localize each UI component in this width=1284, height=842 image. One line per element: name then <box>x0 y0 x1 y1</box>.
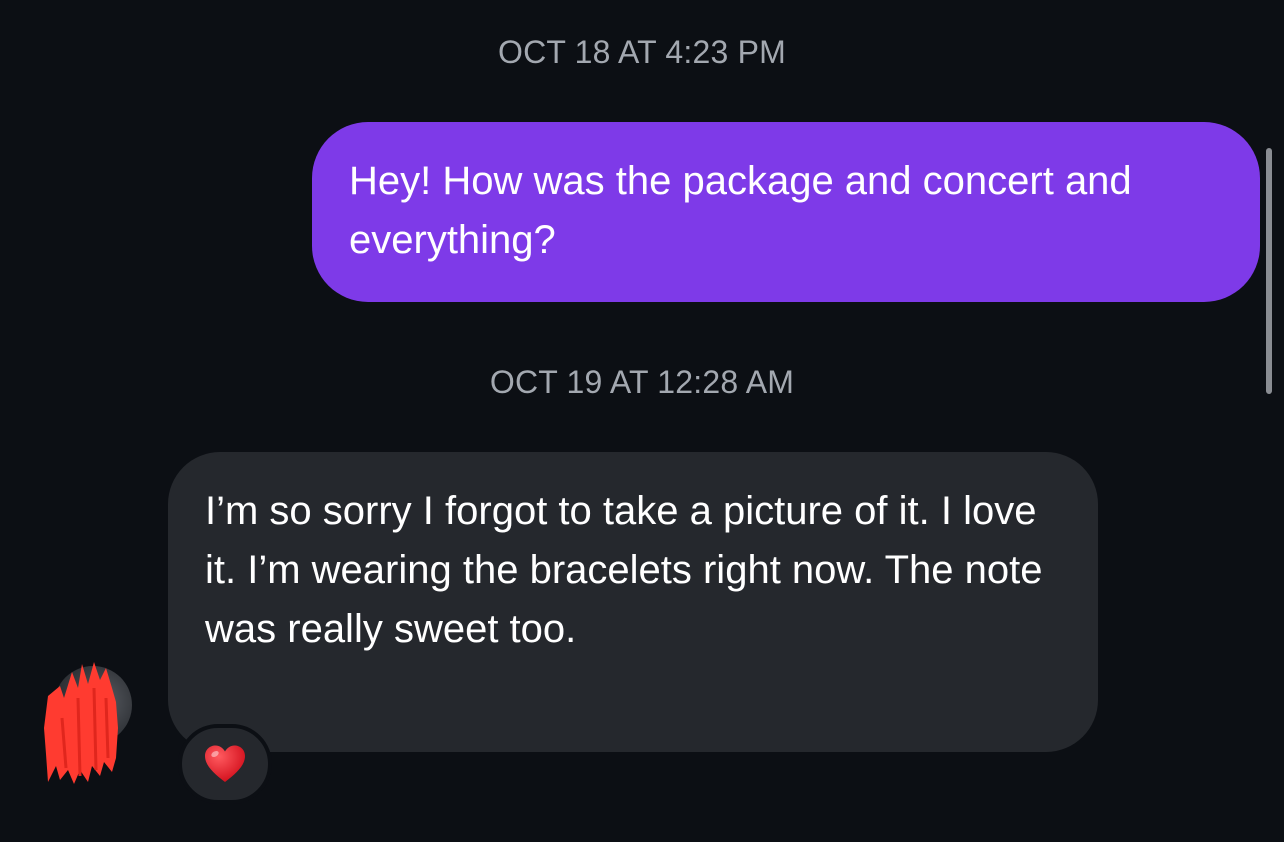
timestamp-divider: OCT 18 AT 4:23 PM <box>498 34 786 70</box>
scrollbar[interactable] <box>1266 148 1272 394</box>
redaction-scribble <box>44 662 118 784</box>
reaction-badge[interactable] <box>178 724 272 804</box>
incoming-message-bubble[interactable]: I’m so sorry I forgot to take a picture … <box>168 452 1098 752</box>
chat-thread: OCT 18 AT 4:23 PM Hey! How was the packa… <box>0 0 1284 842</box>
heart-emoji-icon <box>205 745 245 782</box>
timestamp-divider: OCT 19 AT 12:28 AM <box>489 364 795 400</box>
outgoing-message-bubble[interactable]: Hey! How was the package and concert and… <box>312 122 1260 302</box>
